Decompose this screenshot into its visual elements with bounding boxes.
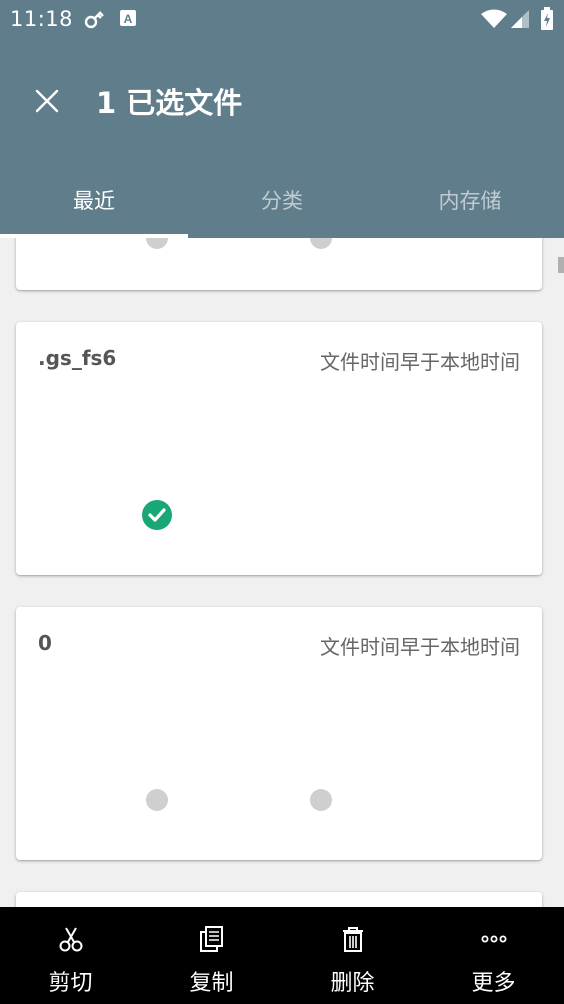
- file-note: 文件时间早于本地时间: [320, 635, 520, 659]
- app-bar: 11:18 A 1 已选文件 最近 分类 内存储: [0, 0, 564, 238]
- cut-label: 剪切: [48, 971, 93, 996]
- scissors-icon: [57, 925, 85, 953]
- file-name: .gs_fs6: [38, 346, 117, 370]
- copy-label: 复制: [189, 971, 234, 996]
- delete-label: 删除: [330, 971, 375, 996]
- delete-button[interactable]: 删除: [282, 907, 423, 1004]
- more-label: 更多: [471, 971, 516, 996]
- trash-icon: [339, 925, 367, 953]
- close-icon: [35, 89, 59, 113]
- tab-internal-storage-label: 内存储: [438, 189, 502, 213]
- copy-button[interactable]: 复制: [141, 907, 282, 1004]
- file-card[interactable]: .gs_fs6 文件时间早于本地时间: [16, 322, 542, 575]
- title-bar: 1 已选文件: [0, 60, 564, 140]
- status-time: 11:18: [10, 7, 74, 31]
- key-icon: [84, 8, 106, 34]
- signal-icon: [510, 9, 530, 33]
- scrollbar-thumb[interactable]: [558, 257, 564, 273]
- wifi-icon: [481, 9, 507, 33]
- select-toggle[interactable]: [310, 238, 332, 249]
- tab-category-label: 分类: [261, 189, 303, 213]
- file-note: 文件时间早于本地时间: [320, 350, 520, 374]
- battery-icon: [540, 7, 554, 35]
- select-toggle[interactable]: [146, 789, 168, 811]
- copy-icon: [198, 925, 226, 953]
- select-toggle[interactable]: [146, 238, 168, 249]
- close-button[interactable]: [28, 82, 66, 120]
- more-button[interactable]: 更多: [423, 907, 564, 1004]
- svg-text:A: A: [124, 12, 133, 26]
- file-name: 0: [38, 631, 52, 655]
- tab-bar: 最近 分类 内存储: [0, 170, 564, 238]
- file-card[interactable]: [16, 892, 542, 907]
- tab-internal-storage[interactable]: 内存储: [376, 170, 564, 238]
- keyboard-a-icon: A: [118, 8, 138, 32]
- file-card[interactable]: [16, 238, 542, 290]
- bottom-action-bar: 剪切 复制 删除 更多: [0, 907, 564, 1004]
- tab-recent-label: 最近: [73, 189, 115, 213]
- tab-recent[interactable]: 最近: [0, 170, 188, 238]
- select-toggle[interactable]: [310, 789, 332, 811]
- file-card[interactable]: 0 文件时间早于本地时间: [16, 607, 542, 860]
- status-bar: 11:18 A: [0, 0, 564, 38]
- check-icon: [148, 508, 166, 522]
- tab-category[interactable]: 分类: [188, 170, 376, 238]
- more-icon: [480, 925, 508, 953]
- file-list[interactable]: .gs_fs6 文件时间早于本地时间 0 文件时间早于本地时间: [0, 238, 564, 907]
- cut-button[interactable]: 剪切: [0, 907, 141, 1004]
- tab-indicator: [0, 234, 188, 238]
- page-title: 1 已选文件: [96, 86, 243, 120]
- selected-check[interactable]: [142, 500, 172, 530]
